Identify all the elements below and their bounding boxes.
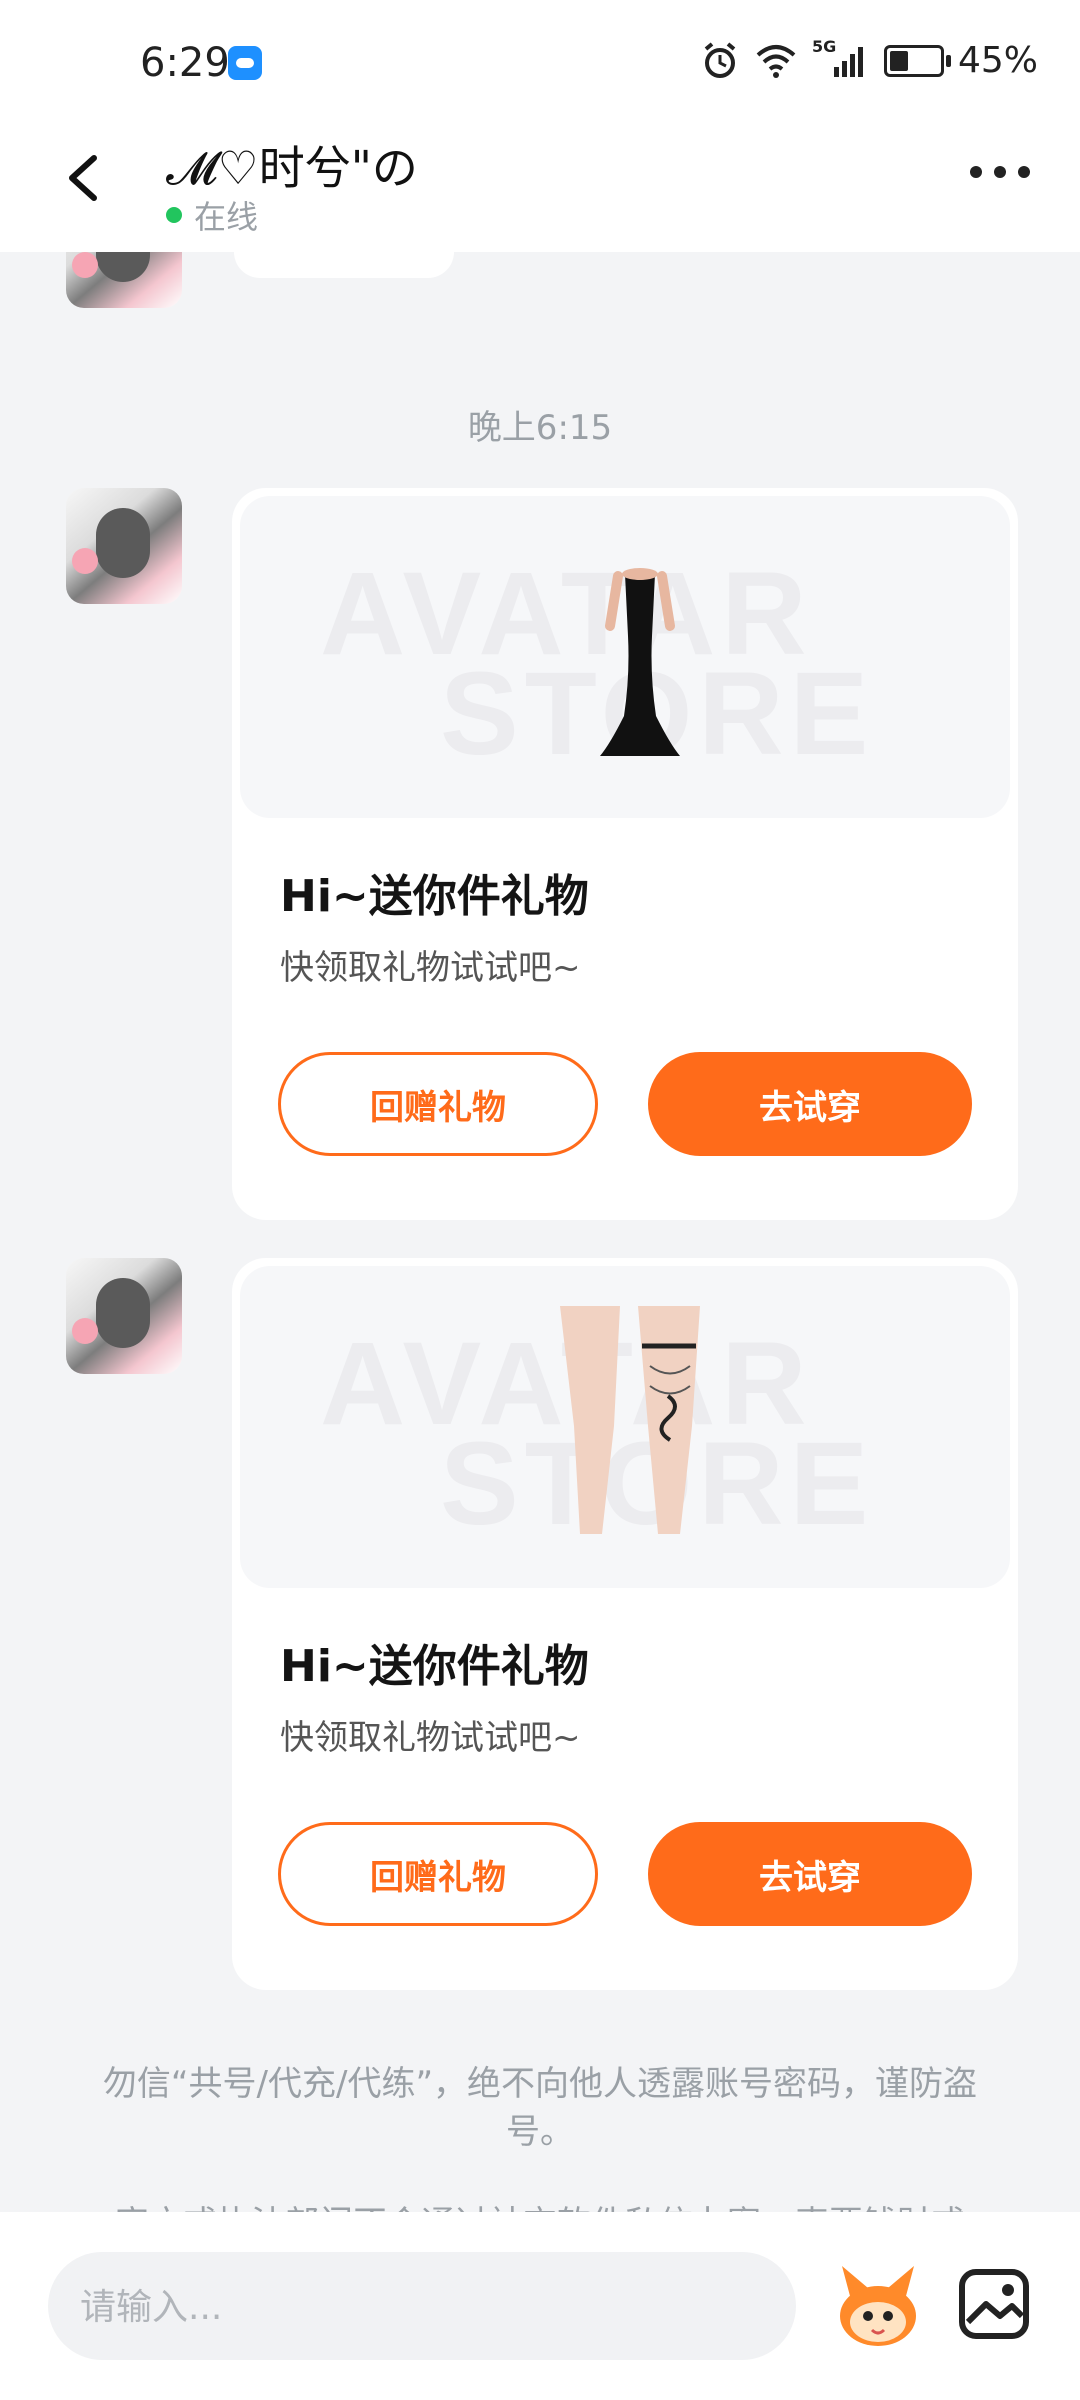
- avatar[interactable]: [66, 1258, 182, 1374]
- gift-preview-image: AVATAR STORE: [240, 1266, 1010, 1588]
- more-options-icon[interactable]: [970, 166, 1030, 178]
- avatar[interactable]: [66, 488, 182, 604]
- black-dress-icon: [600, 568, 680, 756]
- status-time: 6:29: [140, 40, 230, 86]
- weather-icon: [228, 46, 262, 80]
- gift-subtitle: 快领取礼物试试吧~: [280, 948, 581, 988]
- contact-name: 𝓜♡时兮"の: [166, 141, 418, 195]
- back-icon[interactable]: [56, 148, 116, 208]
- gift-preview-image: AVATAR STORE: [240, 496, 1010, 818]
- gift-title: Hi~送你件礼物: [280, 871, 589, 922]
- chat-header: 𝓜♡时兮"の 在线: [0, 128, 1080, 252]
- message-composer: [0, 2212, 1080, 2400]
- try-on-button[interactable]: 去试穿: [648, 1052, 972, 1156]
- previous-message-bubble: [234, 252, 454, 278]
- avatar[interactable]: [66, 252, 182, 308]
- message-timestamp: 晚上6:15: [467, 408, 613, 448]
- return-gift-button[interactable]: 回赠礼物: [278, 1822, 598, 1926]
- security-notice-cut: 官方或执法部门不会通过社交软件私信办案、索要钱财或: [80, 2196, 1000, 2212]
- battery-percent: 45%: [957, 40, 1038, 81]
- status-icons: 5G 45%: [700, 37, 1038, 81]
- mascot-emoji-icon[interactable]: [832, 2260, 924, 2352]
- presence-label: 在线: [194, 198, 259, 236]
- message-input-wrapper[interactable]: [48, 2252, 796, 2362]
- gift-card[interactable]: AVATAR STORE Hi~送你件礼物 快领取礼物试试吧~ 回赠礼物 去试穿: [232, 488, 1018, 1220]
- return-gift-button[interactable]: 回赠礼物: [278, 1052, 598, 1156]
- gift-title: Hi~送你件礼物: [280, 1641, 589, 1692]
- alarm-icon: [704, 41, 736, 78]
- battery-icon: [883, 44, 951, 77]
- presence-status: 在线: [166, 192, 258, 238]
- message-input[interactable]: [78, 2252, 762, 2362]
- chat-area[interactable]: 晚上6:15 AVATAR STORE Hi~送你件礼物 快领取礼物试试吧~ 回…: [0, 252, 1080, 2212]
- try-on-button[interactable]: 去试穿: [648, 1822, 972, 1926]
- image-picker-icon[interactable]: [956, 2266, 1032, 2342]
- cellular-signal-icon: 5G: [812, 37, 870, 79]
- status-bar: 6:29 5G 45%: [0, 0, 1080, 128]
- online-dot-icon: [166, 207, 182, 223]
- wifi-icon: [756, 44, 796, 78]
- gift-subtitle: 快领取礼物试试吧~: [280, 1718, 581, 1758]
- legs-garter-icon: [560, 1306, 700, 1534]
- gift-card[interactable]: AVATAR STORE Hi~送你件礼物 快领取礼物试试吧~ 回赠礼物 去试穿: [232, 1258, 1018, 1990]
- security-notice: 勿信“共号/代充/代练”，绝不向他人透露账号密码，谨防盗号。: [102, 2064, 978, 2152]
